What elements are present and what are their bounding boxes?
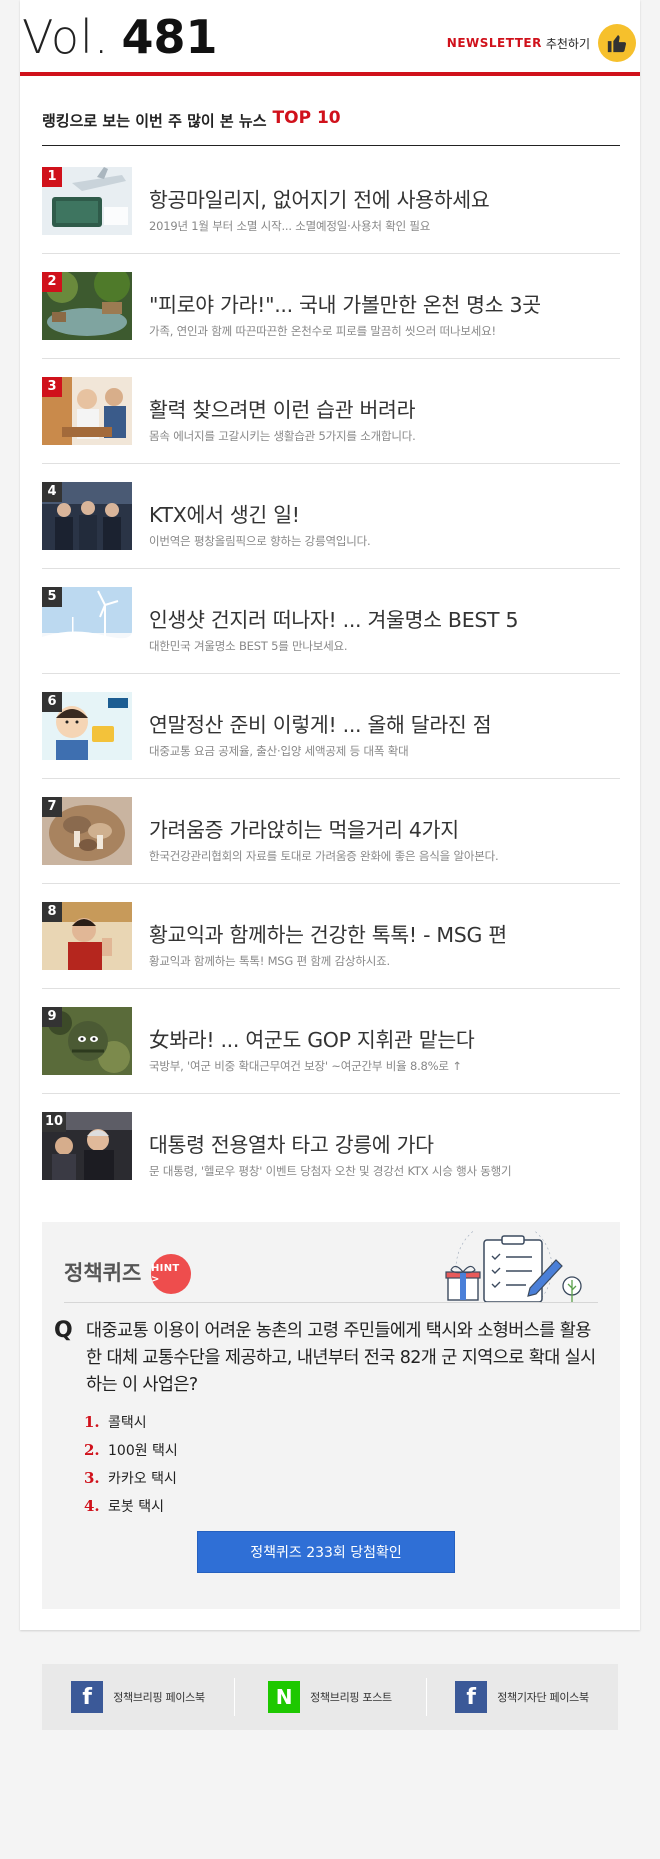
policy-quiz-section: 정책퀴즈 HINT > Q 대중교통 이용이 어려운 농촌의 고령 주민들에게 … bbox=[42, 1219, 620, 1609]
quiz-option[interactable]: 2. 100원 택시 bbox=[84, 1436, 178, 1464]
item-description: 몸속 에너지를 고갈시키는 생활습관 5가지를 소개합니다. bbox=[149, 429, 416, 443]
item-title[interactable]: 활력 찾으려면 이런 습관 버려라 bbox=[149, 393, 619, 423]
quiz-options: 1. 콜택시 2. 100원 택시 3. 카카오 택시 4. 로봇 택시 bbox=[84, 1408, 178, 1520]
item-description: 문 대통령, '헬로우 평창' 이벤트 당첨자 오찬 및 경강선 KTX 시승 … bbox=[149, 1164, 512, 1178]
social-footer: f 정책브리핑 페이스북 N 정책브리핑 포스트 f 정책기자단 페이스북 bbox=[42, 1664, 618, 1730]
ranking-item[interactable]: 10 대통령 전용열차 타고 강릉에 가다 문 대통령, '헬로우 평창' 이벤… bbox=[42, 1094, 620, 1199]
item-description: 2019년 1월 부터 소멸 시작... 소멸예정일·사용처 확인 필요 bbox=[149, 219, 431, 233]
option-number: 1. bbox=[84, 1413, 100, 1431]
item-description: 대중교통 요금 공제율, 출산·입양 세액공제 등 대폭 확대 bbox=[149, 744, 409, 758]
recommend-newsletter-button[interactable]: NEWSLETTER 추천하기 bbox=[447, 24, 636, 62]
item-title[interactable]: "피로야 가라!"... 국내 가볼만한 온천 명소 3곳 bbox=[149, 288, 619, 318]
item-title[interactable]: KTX에서 생긴 일! bbox=[149, 498, 619, 528]
ranking-item[interactable]: 7 가려움증 가라앉히는 먹을거리 4가지 한국건강관리협회의 자료를 토대로 … bbox=[42, 779, 620, 884]
thumbnail-ktx-train-image: 4 bbox=[42, 482, 132, 550]
item-title[interactable]: 가려움증 가라앉히는 먹을거리 4가지 bbox=[149, 813, 619, 843]
ranking-title-text: 랭킹으로 보는 이번 주 많이 본 뉴스 bbox=[42, 112, 267, 130]
quiz-option[interactable]: 1. 콜택시 bbox=[84, 1408, 178, 1436]
item-description: 국방부, '여군 비중 확대근무여건 보장' ~여군간부 비율 8.8%로 ↑ bbox=[149, 1059, 462, 1073]
quiz-result-button[interactable]: 정책퀴즈 233회 당첨확인 bbox=[197, 1531, 455, 1573]
item-description: 대한민국 겨울명소 BEST 5를 만나보세요. bbox=[149, 639, 348, 653]
newsletter-page: Vol. 481 NEWSLETTER 추천하기 랭킹으로 보는 이번 주 많이… bbox=[0, 0, 660, 1859]
quiz-option[interactable]: 4. 로봇 택시 bbox=[84, 1492, 178, 1520]
rank-badge: 8 bbox=[42, 902, 62, 922]
thumbs-up-icon bbox=[598, 24, 636, 62]
item-description: 가족, 연인과 함께 따끈따끈한 온천수로 피로를 말끔히 씻으러 떠나보세요! bbox=[149, 324, 496, 338]
item-title[interactable]: 항공마일리지, 없어지기 전에 사용하세요 bbox=[149, 183, 619, 213]
ranking-list: 1 항공마일리지, 없어지기 전에 사용하세요 2019년 1월 부터 소멸 시… bbox=[42, 149, 620, 1199]
ranking-item[interactable]: 8 황교익과 함께하는 건강한 톡톡! - MSG 편 황교익과 함께하는 톡톡… bbox=[42, 884, 620, 989]
ranking-item[interactable]: 3 활력 찾으려면 이런 습관 버려라 몸속 에너지를 고갈시키는 생활습관 5… bbox=[42, 359, 620, 464]
recommend-brand: NEWSLETTER bbox=[446, 36, 542, 50]
question-mark-label: Q bbox=[54, 1318, 73, 1343]
ranking-section-title: 랭킹으로 보는 이번 주 많이 본 뉴스 TOP 10 bbox=[42, 108, 620, 146]
item-title[interactable]: 대통령 전용열차 타고 강릉에 가다 bbox=[149, 1128, 619, 1158]
thumbnail-passport-airplane-image: 1 bbox=[42, 167, 132, 235]
social-label: 정책기자단 페이스북 bbox=[497, 1691, 589, 1704]
facebook-icon: f bbox=[455, 1681, 488, 1713]
item-description: 이번역은 평창올림픽으로 향하는 강릉역입니다. bbox=[149, 534, 371, 548]
thumbnail-speaker-image: 8 bbox=[42, 902, 132, 970]
social-label: 정책브리핑 페이스북 bbox=[113, 1691, 205, 1704]
rank-badge: 3 bbox=[42, 377, 62, 397]
rank-badge: 1 bbox=[42, 167, 62, 187]
option-text: 100원 택시 bbox=[108, 1443, 178, 1459]
rank-badge: 6 bbox=[42, 692, 62, 712]
thumbnail-winter-windmill-image: 5 bbox=[42, 587, 132, 655]
rank-badge: 4 bbox=[42, 482, 62, 502]
quiz-title: 정책퀴즈 bbox=[64, 1261, 142, 1285]
item-title[interactable]: 女봐라! ... 여군도 GOP 지휘관 맡는다 bbox=[149, 1023, 619, 1053]
naver-post-icon: N bbox=[268, 1681, 301, 1713]
checklist-illustration-icon bbox=[434, 1219, 584, 1317]
quiz-question: 대중교통 이용이 어려운 농촌의 고령 주민들에게 택시와 소형버스를 활용한 … bbox=[86, 1321, 596, 1395]
item-title[interactable]: 연말정산 준비 이렇게! ... 올해 달라진 점 bbox=[149, 708, 619, 738]
thumbnail-mushroom-image: 7 bbox=[42, 797, 132, 865]
social-label: 정책브리핑 포스트 bbox=[310, 1691, 392, 1704]
quiz-divider bbox=[64, 1302, 598, 1303]
rank-badge: 2 bbox=[42, 272, 62, 292]
ranking-item[interactable]: 6 연말정산 준비 이렇게! ... 올해 달라진 점 대중교통 요금 공제율,… bbox=[42, 674, 620, 779]
thumbnail-tax-cartoon-image: 6 bbox=[42, 692, 132, 760]
option-text: 카카오 택시 bbox=[108, 1471, 177, 1487]
item-description: 한국건강관리협회의 자료를 토대로 가려움증 완화에 좋은 음식을 알아본다. bbox=[149, 849, 499, 863]
facebook-icon: f bbox=[71, 1681, 104, 1713]
vol-prefix: Vol. bbox=[22, 10, 110, 64]
ranking-item[interactable]: 2 "피로야 가라!"... 국내 가볼만한 온천 명소 3곳 가족, 연인과 … bbox=[42, 254, 620, 359]
item-title[interactable]: 인생샷 건지러 떠나자! ... 겨울명소 BEST 5 bbox=[149, 603, 619, 633]
briefing-post-link[interactable]: N 정책브리핑 포스트 bbox=[234, 1664, 426, 1730]
thumbnail-hot-spring-image: 2 bbox=[42, 272, 132, 340]
item-title[interactable]: 황교익과 함께하는 건강한 톡톡! - MSG 편 bbox=[149, 918, 619, 948]
quiz-option[interactable]: 3. 카카오 택시 bbox=[84, 1464, 178, 1492]
rank-badge: 10 bbox=[42, 1112, 67, 1132]
ranking-item[interactable]: 1 항공마일리지, 없어지기 전에 사용하세요 2019년 1월 부터 소멸 시… bbox=[42, 149, 620, 254]
option-number: 2. bbox=[84, 1441, 100, 1459]
option-text: 콜택시 bbox=[108, 1415, 147, 1431]
ranking-item[interactable]: 9 女봐라! ... 여군도 GOP 지휘관 맡는다 국방부, '여군 비중 확… bbox=[42, 989, 620, 1094]
option-number: 4. bbox=[84, 1497, 100, 1515]
thumbnail-president-train-image: 10 bbox=[42, 1112, 132, 1180]
ranking-item[interactable]: 4 KTX에서 생긴 일! 이번역은 평창올림픽으로 향하는 강릉역입니다. bbox=[42, 464, 620, 569]
volume-label: Vol. 481 bbox=[22, 10, 217, 70]
reporters-facebook-link[interactable]: f 정책기자단 페이스북 bbox=[426, 1664, 618, 1730]
briefing-facebook-link[interactable]: f 정책브리핑 페이스북 bbox=[42, 1664, 234, 1730]
item-description: 황교익과 함께하는 톡톡! MSG 편 함께 감상하시죠. bbox=[149, 954, 390, 968]
rank-badge: 5 bbox=[42, 587, 62, 607]
rank-badge: 9 bbox=[42, 1007, 62, 1027]
hint-button[interactable]: HINT > bbox=[151, 1254, 191, 1294]
vol-number: 481 bbox=[121, 10, 218, 64]
ranking-title-highlight: TOP 10 bbox=[272, 108, 341, 128]
recommend-label: 추천하기 bbox=[545, 36, 590, 51]
newsletter-card: Vol. 481 NEWSLETTER 추천하기 랭킹으로 보는 이번 주 많이… bbox=[20, 0, 640, 1630]
ranking-item[interactable]: 5 인생샷 건지러 떠나자! ... 겨울명소 BEST 5 대한민국 겨울명소… bbox=[42, 569, 620, 674]
header: Vol. 481 NEWSLETTER 추천하기 bbox=[20, 0, 640, 76]
option-text: 로봇 택시 bbox=[108, 1499, 164, 1515]
rank-badge: 7 bbox=[42, 797, 62, 817]
option-number: 3. bbox=[84, 1469, 100, 1487]
thumbnail-lifestyle-image: 3 bbox=[42, 377, 132, 445]
thumbnail-soldier-image: 9 bbox=[42, 1007, 132, 1075]
